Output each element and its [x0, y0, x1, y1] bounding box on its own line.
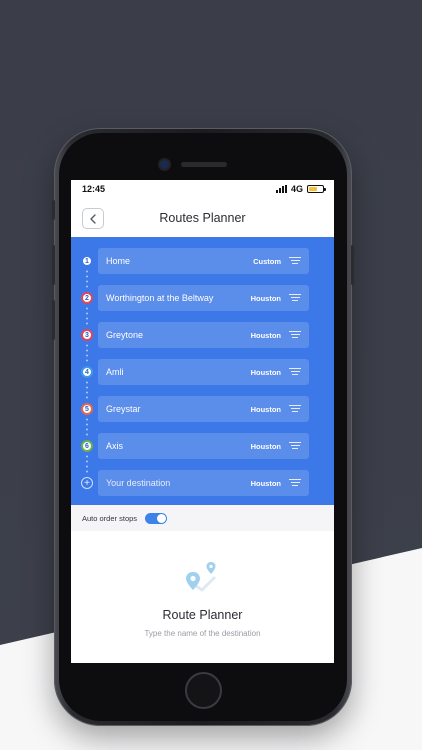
- battery-fill: [309, 187, 317, 191]
- drag-handle-icon[interactable]: [289, 441, 301, 451]
- stop-row: 1 Home Custom: [71, 248, 334, 274]
- phone-mute-switch: [52, 200, 55, 220]
- signal-icon: [275, 185, 287, 193]
- empty-state-subtitle: Type the name of the destination: [144, 629, 261, 638]
- stop-city: Houston: [250, 330, 281, 340]
- stop-field[interactable]: Axis Houston: [98, 433, 309, 459]
- drag-handle-icon[interactable]: [289, 404, 301, 414]
- add-stop-icon[interactable]: +: [81, 477, 93, 489]
- route-connector: [86, 269, 88, 290]
- battery-icon: [307, 185, 326, 193]
- page-title: Routes Planner: [159, 211, 246, 225]
- stop-number-badge: 2: [81, 292, 93, 304]
- chevron-left-icon: [90, 213, 96, 224]
- phone-speaker: [181, 162, 227, 167]
- stop-name: Home: [106, 256, 131, 266]
- stop-city: Houston: [250, 367, 281, 377]
- status-time: 12:45: [82, 184, 106, 194]
- drag-handle-icon[interactable]: [289, 330, 301, 340]
- stop-number-badge: 3: [81, 329, 93, 341]
- nav-bar: Routes Planner: [71, 198, 334, 238]
- drag-handle-icon[interactable]: [289, 367, 301, 377]
- stop-city: Houston: [250, 441, 281, 451]
- route-connector: [86, 306, 88, 327]
- destination-row: + Your destination Houston: [71, 470, 334, 496]
- stop-city: Houston: [250, 404, 281, 414]
- stop-name: Greystar: [106, 404, 141, 414]
- back-button[interactable]: [82, 208, 104, 229]
- stop-field[interactable]: Worthington at the Beltway Houston: [98, 285, 309, 311]
- auto-order-label: Auto order stops: [82, 513, 138, 523]
- app-screen: 12:45 4G Routes Planner 1 Home Custom 2 Wort…: [71, 180, 334, 663]
- stop-row: 2 Worthington at the Beltway Houston: [71, 285, 334, 311]
- phone-camera: [160, 160, 169, 169]
- destination-placeholder: Your destination: [106, 478, 171, 488]
- route-planner-panel: 1 Home Custom 2 Worthington at the Beltway Ho…: [71, 237, 334, 505]
- stop-city: Houston: [250, 293, 281, 303]
- stop-field[interactable]: Greystar Houston: [98, 396, 309, 422]
- stop-field[interactable]: Home Custom: [98, 248, 309, 274]
- stop-row: 6 Axis Houston: [71, 433, 334, 459]
- stop-field[interactable]: Greytone Houston: [98, 322, 309, 348]
- stop-name: Amli: [106, 367, 124, 377]
- destination-input[interactable]: Your destination Houston: [98, 470, 309, 496]
- stop-row: 3 Greytone Houston: [71, 322, 334, 348]
- auto-order-row: Auto order stops: [71, 505, 334, 531]
- stop-field[interactable]: Amli Houston: [98, 359, 309, 385]
- stop-city: Custom: [253, 256, 281, 266]
- phone-power-button: [351, 245, 354, 285]
- status-indicators: 4G: [275, 184, 326, 194]
- phone-volume-down: [52, 300, 55, 340]
- stop-row: 5 Greystar Houston: [71, 396, 334, 422]
- network-type: 4G: [290, 184, 303, 194]
- phone-volume-up: [52, 245, 55, 285]
- phone-home-button: [185, 672, 222, 709]
- route-connector: [86, 343, 88, 364]
- drag-handle-icon[interactable]: [289, 293, 301, 303]
- stop-name: Axis: [106, 441, 124, 451]
- auto-order-toggle[interactable]: [145, 512, 168, 524]
- drag-handle-icon[interactable]: [289, 478, 301, 488]
- route-connector: [86, 417, 88, 438]
- stop-name: Greytone: [106, 330, 144, 340]
- route-connector: [86, 454, 88, 475]
- drag-handle-icon[interactable]: [289, 256, 301, 266]
- stop-row: 4 Amli Houston: [71, 359, 334, 385]
- empty-state-title: Route Planner: [162, 608, 243, 622]
- toggle-knob: [157, 513, 167, 523]
- route-map-icon: [186, 562, 216, 592]
- stop-number-badge: 4: [81, 366, 93, 378]
- stop-number-badge: 6: [81, 440, 93, 452]
- route-connector: [86, 380, 88, 401]
- stop-number-badge: 1: [81, 255, 93, 267]
- stop-number-badge: 5: [81, 403, 93, 415]
- stop-city: Houston: [250, 478, 281, 488]
- stop-name: Worthington at the Beltway: [106, 293, 214, 303]
- status-bar: 12:45 4G: [71, 180, 334, 198]
